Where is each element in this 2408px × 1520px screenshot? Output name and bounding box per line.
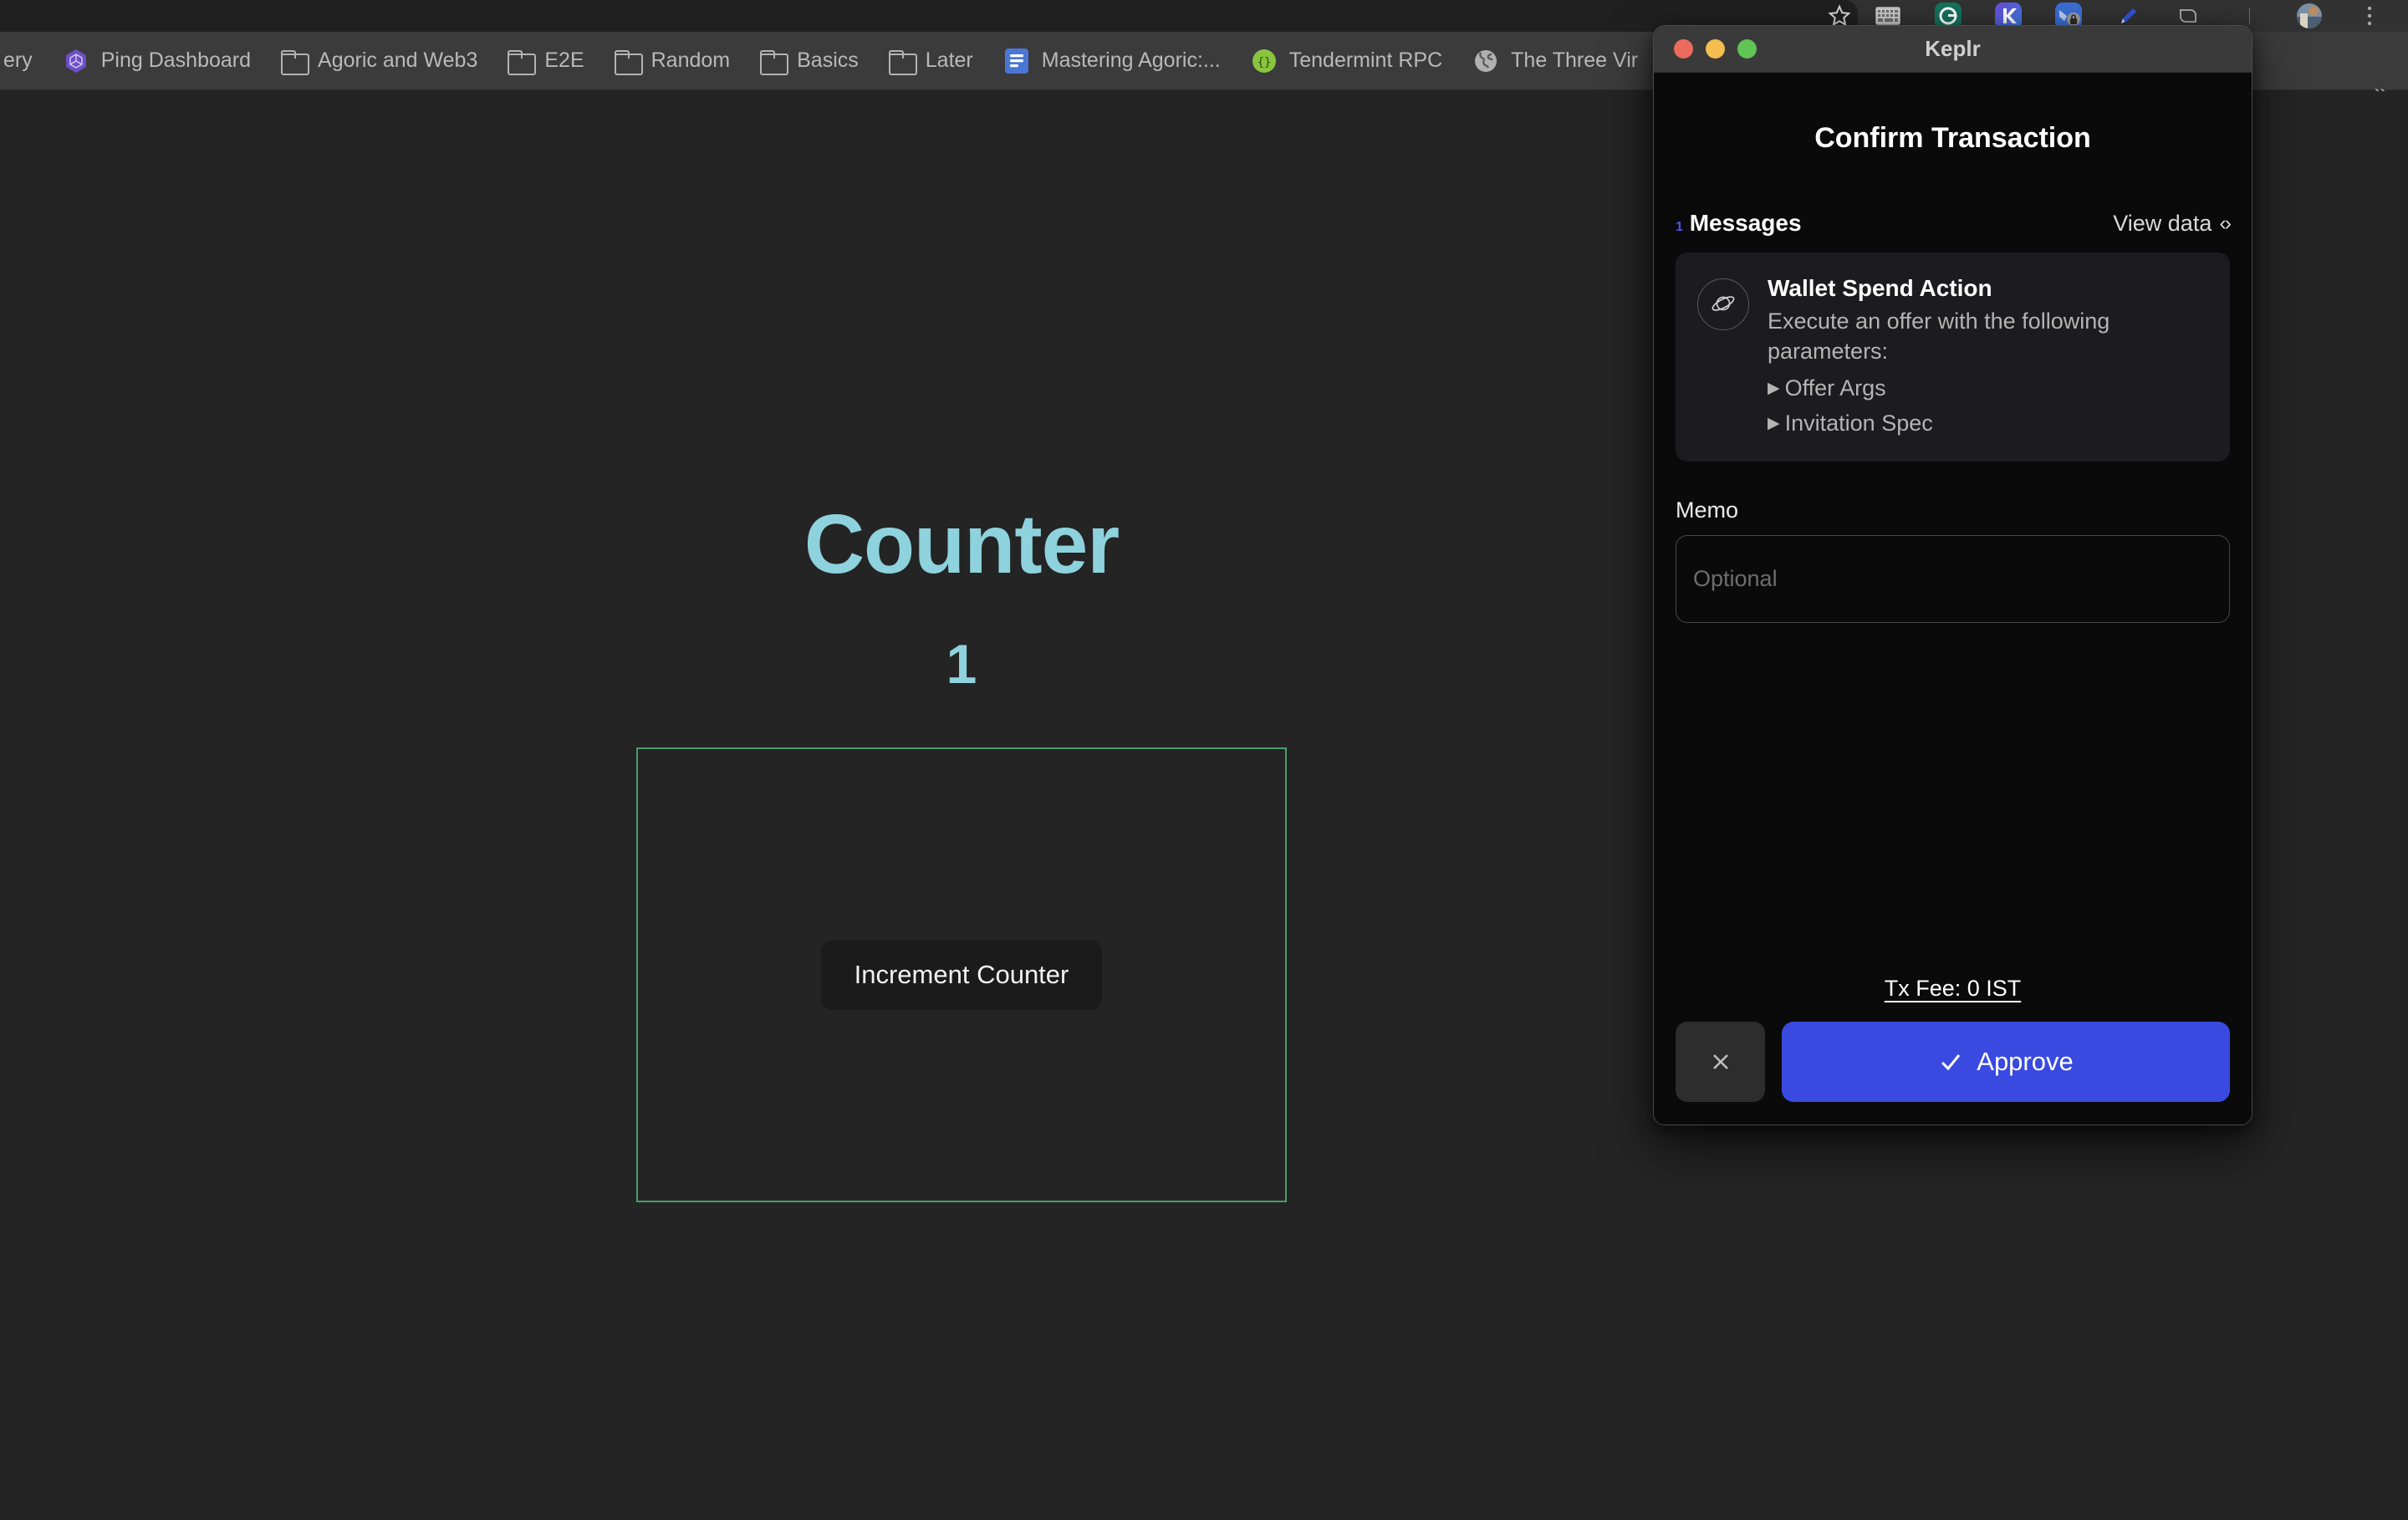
folder-icon — [281, 49, 310, 75]
close-icon — [1712, 1054, 1728, 1069]
offer-args-label: Offer Args — [1784, 375, 1886, 401]
messages-count: 1 — [1676, 220, 1683, 234]
keplr-content: Confirm Transaction 1 Messages View data… — [1654, 73, 2252, 1125]
bookmark-label: Ping Dashboard — [100, 48, 252, 72]
planet-icon — [1697, 278, 1749, 330]
invitation-spec-disclosure[interactable]: ▶ Invitation Spec — [1768, 411, 2208, 436]
message-description: Execute an offer with the following para… — [1768, 309, 2110, 364]
view-data-button[interactable]: View data ‹› — [2113, 211, 2232, 237]
approve-button[interactable]: Approve — [1782, 1022, 2230, 1102]
cancel-button[interactable] — [1676, 1022, 1765, 1102]
wallet-spend-action-card: Wallet Spend Action Execute an offer wit… — [1676, 252, 2230, 462]
bookmark-label: ery — [3, 48, 33, 72]
approve-label: Approve — [1977, 1047, 2074, 1076]
bookmark-item-tendermint-rpc[interactable]: {} Tendermint RPC — [1236, 38, 1457, 84]
close-window-button[interactable] — [1674, 39, 1693, 59]
bookmark-folder-basics[interactable]: Basics — [745, 38, 874, 84]
invitation-spec-label: Invitation Spec — [1784, 411, 1933, 436]
svg-text:{}: {} — [1257, 56, 1271, 69]
offer-args-disclosure[interactable]: ▶ Offer Args — [1768, 375, 2208, 401]
wallet-spend-action-texts: Wallet Spend Action Execute an offer wit… — [1768, 275, 2208, 436]
counter-value: 1 — [946, 633, 977, 695]
page-title: Counter — [804, 497, 1120, 591]
bookmark-item-the-three-virtues[interactable]: The Three Vir — [1457, 38, 1653, 84]
bookmark-item-mastering-agoric[interactable]: Mastering Agoric:... — [988, 38, 1236, 84]
folder-icon — [760, 49, 789, 75]
chevron-right-icon: ▶ — [1768, 415, 1780, 433]
chrome-menu-icon[interactable] — [2339, 0, 2400, 32]
counter-app: Counter 1 Increment Counter — [0, 91, 1923, 1202]
code-icon: ‹› — [2219, 212, 2232, 235]
tendermint-favicon: {} — [1251, 48, 1278, 74]
google-docs-favicon — [1003, 48, 1030, 74]
folder-icon — [508, 49, 537, 75]
keplr-popup-window: Keplr Confirm Transaction 1 Messages Vie… — [1653, 25, 2252, 1125]
bookmark-label: Tendermint RPC — [1288, 48, 1443, 72]
folder-icon — [888, 49, 917, 75]
profile-avatar[interactable] — [2279, 0, 2339, 32]
bookmark-label: The Three Vir — [1511, 48, 1639, 72]
bookmark-folder-later[interactable]: Later — [874, 38, 988, 84]
bookmark-folder-agoric-and-web3[interactable]: Agoric and Web3 — [266, 38, 492, 84]
keplr-titlebar[interactable]: Keplr — [1654, 26, 2252, 73]
bookmark-item-ping-dashboard[interactable]: Ping Dashboard — [48, 38, 266, 84]
active-tab-region[interactable] — [0, 0, 1858, 32]
bookmark-label: Basics — [797, 48, 859, 72]
window-controls — [1674, 39, 1757, 59]
bookmark-label: Random — [650, 48, 731, 72]
minimize-window-button[interactable] — [1706, 39, 1725, 59]
messages-count-label: 1 Messages — [1676, 210, 1802, 237]
bookmark-label: Later — [925, 48, 973, 72]
view-data-label: View data — [2113, 211, 2212, 236]
check-icon — [1941, 1054, 1961, 1071]
globe-favicon — [1472, 48, 1499, 74]
folder-icon — [614, 49, 643, 75]
bookmark-item-partial[interactable]: ery — [0, 38, 48, 84]
action-buttons: Approve — [1676, 1022, 2230, 1125]
confirm-transaction-heading: Confirm Transaction — [1814, 122, 2091, 154]
message-title: Wallet Spend Action — [1768, 275, 1992, 301]
bookmark-label: E2E — [544, 48, 584, 72]
messages-header-row: 1 Messages View data ‹› — [1676, 210, 2232, 237]
bookmark-folder-random[interactable]: Random — [599, 38, 746, 84]
bookmark-label: Agoric and Web3 — [318, 48, 478, 72]
counter-box: Increment Counter — [636, 747, 1287, 1202]
increment-counter-button[interactable]: Increment Counter — [820, 940, 1103, 1010]
tx-fee-label[interactable]: Tx Fee: 0 IST — [1676, 976, 2230, 1002]
memo-input[interactable] — [1676, 535, 2230, 624]
bookmark-folder-e2e[interactable]: E2E — [492, 38, 599, 84]
bookmark-label: Mastering Agoric:... — [1041, 48, 1221, 72]
ping-dashboard-favicon — [63, 48, 89, 74]
maximize-window-button[interactable] — [1737, 39, 1757, 59]
messages-label: Messages — [1689, 210, 1802, 236]
chevron-right-icon: ▶ — [1768, 380, 1780, 398]
memo-label: Memo — [1676, 497, 1739, 523]
